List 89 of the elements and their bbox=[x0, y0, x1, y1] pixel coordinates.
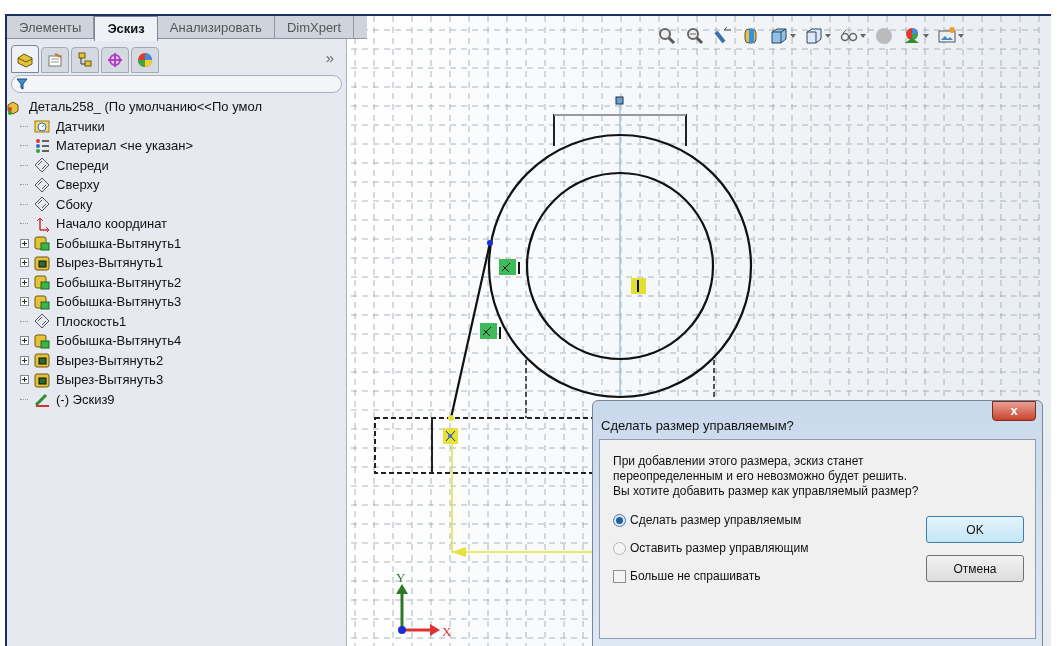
x-axis-label: X bbox=[442, 624, 452, 639]
color-ball-icon bbox=[136, 51, 154, 69]
expander-icon[interactable] bbox=[19, 297, 29, 307]
plane-icon bbox=[34, 157, 50, 174]
tab[interactable]: Анализировать bbox=[157, 16, 275, 39]
property-sheet-icon bbox=[46, 51, 64, 69]
boss-feature-icon bbox=[34, 274, 50, 291]
tree-item[interactable]: Бобышка-Вытянуть2 bbox=[56, 272, 182, 292]
toolbar-button[interactable] bbox=[769, 26, 796, 46]
tree-item[interactable]: Плоскость1 bbox=[56, 311, 127, 331]
checkbox[interactable] bbox=[613, 569, 626, 583]
dialog-message: При добавлении этого размера, эскиз станет переопределенным и его невозможно будет решить. Вы хотите добавить размер как управляемый размер? bbox=[613, 454, 920, 499]
tree-item[interactable]: Датчики bbox=[56, 116, 105, 136]
tree-item[interactable]: Спереди bbox=[56, 155, 109, 175]
tree-item[interactable]: Бобышка-Вытянуть4 bbox=[56, 331, 182, 351]
radio-button[interactable] bbox=[613, 541, 626, 555]
manager-tab[interactable] bbox=[11, 45, 39, 73]
tree-item[interactable]: Сверху bbox=[56, 175, 100, 195]
tree-nodes-icon bbox=[76, 51, 94, 69]
expander-icon[interactable] bbox=[19, 258, 29, 268]
dialog-button[interactable]: Отмена bbox=[926, 555, 1024, 582]
expander-icon[interactable] bbox=[19, 355, 29, 365]
zoom-fit-icon bbox=[657, 26, 677, 46]
tree-item[interactable]: Вырез-Вытянуть2 bbox=[56, 350, 164, 370]
material-icon bbox=[34, 137, 50, 154]
dialog-button[interactable]: OK bbox=[926, 516, 1024, 543]
sphere-icon bbox=[874, 26, 894, 46]
origin-axes-icon bbox=[34, 215, 50, 232]
radio-label[interactable]: Сделать размер управляемым bbox=[630, 511, 802, 529]
selected-point-icon[interactable] bbox=[443, 428, 458, 444]
plane-icon bbox=[34, 196, 50, 213]
vertical-relation-icon bbox=[631, 278, 646, 294]
plane-icon bbox=[34, 176, 50, 193]
expander-icon[interactable] bbox=[19, 277, 29, 287]
display-style-icon bbox=[804, 26, 824, 46]
manager-tab[interactable] bbox=[131, 47, 159, 73]
caret-icon bbox=[825, 34, 831, 38]
tree-item[interactable]: Деталь258_ (По умолчанию<<По умол bbox=[29, 97, 262, 117]
caret-icon bbox=[790, 34, 796, 38]
tree-item[interactable]: Материал <не указан> bbox=[56, 136, 193, 156]
more-chevron[interactable]: » bbox=[325, 46, 334, 69]
tree-item[interactable]: (-) Эскиз9 bbox=[56, 389, 115, 409]
boss-feature-icon bbox=[34, 235, 50, 252]
manager-tab[interactable] bbox=[101, 47, 129, 73]
tree-item[interactable]: Сбоку bbox=[56, 194, 93, 214]
expander-icon[interactable] bbox=[19, 238, 29, 248]
manager-tab[interactable] bbox=[71, 47, 99, 73]
tangent-relation-icon bbox=[499, 259, 520, 275]
cut-feature-icon bbox=[34, 352, 50, 369]
zoom-area-icon bbox=[685, 26, 705, 46]
origin-point bbox=[398, 626, 406, 634]
cut-feature-icon bbox=[34, 371, 50, 388]
plane-icon bbox=[34, 313, 50, 330]
toolbar-button[interactable] bbox=[685, 26, 705, 46]
caret-icon bbox=[923, 34, 929, 38]
tree-item[interactable]: Вырез-Вытянуть1 bbox=[56, 253, 164, 273]
boss-feature-icon bbox=[34, 332, 50, 349]
view-orientation-icon bbox=[769, 26, 789, 46]
y-axis-arrow bbox=[396, 584, 408, 628]
toolbar-button[interactable] bbox=[804, 26, 831, 46]
dialog-title: Сделать размер управляемым? bbox=[601, 417, 794, 435]
filter-field[interactable] bbox=[11, 75, 342, 93]
boss-feature-icon bbox=[34, 293, 50, 310]
radio-label[interactable]: Оставить размер управляющим bbox=[630, 539, 809, 557]
cut-feature-icon bbox=[34, 254, 50, 271]
sketch-point[interactable] bbox=[615, 96, 624, 105]
manager-tab[interactable] bbox=[41, 47, 69, 73]
crosshair-icon bbox=[106, 51, 124, 69]
caret-icon bbox=[958, 34, 964, 38]
sketch-icon bbox=[34, 391, 50, 408]
scene-icon bbox=[937, 26, 957, 46]
tree-item[interactable]: Бобышка-Вытянуть3 bbox=[56, 292, 182, 312]
checkbox-label[interactable]: Больше не спрашивать bbox=[630, 567, 761, 585]
expander-icon[interactable] bbox=[19, 336, 29, 346]
sketch-canvas[interactable] bbox=[347, 16, 1051, 646]
sensor-folder-icon bbox=[34, 118, 50, 135]
tangent-relation-icon bbox=[480, 323, 501, 340]
tab[interactable]: Эскиз bbox=[94, 16, 158, 41]
filter-icon bbox=[16, 78, 28, 90]
tree-item[interactable]: Бобышка-Вытянуть1 bbox=[56, 233, 182, 253]
y-axis-label: Y bbox=[396, 570, 406, 585]
expander-icon[interactable] bbox=[19, 375, 29, 385]
tree-item[interactable]: Начало координат bbox=[56, 214, 168, 234]
sketch-point[interactable] bbox=[487, 240, 493, 246]
caret-icon bbox=[860, 34, 866, 38]
tree-item[interactable]: Вырез-Вытянуть3 bbox=[56, 370, 164, 390]
toolbar-button[interactable] bbox=[657, 26, 677, 46]
toolbar-button[interactable] bbox=[937, 26, 964, 46]
radio-button[interactable] bbox=[613, 513, 626, 527]
